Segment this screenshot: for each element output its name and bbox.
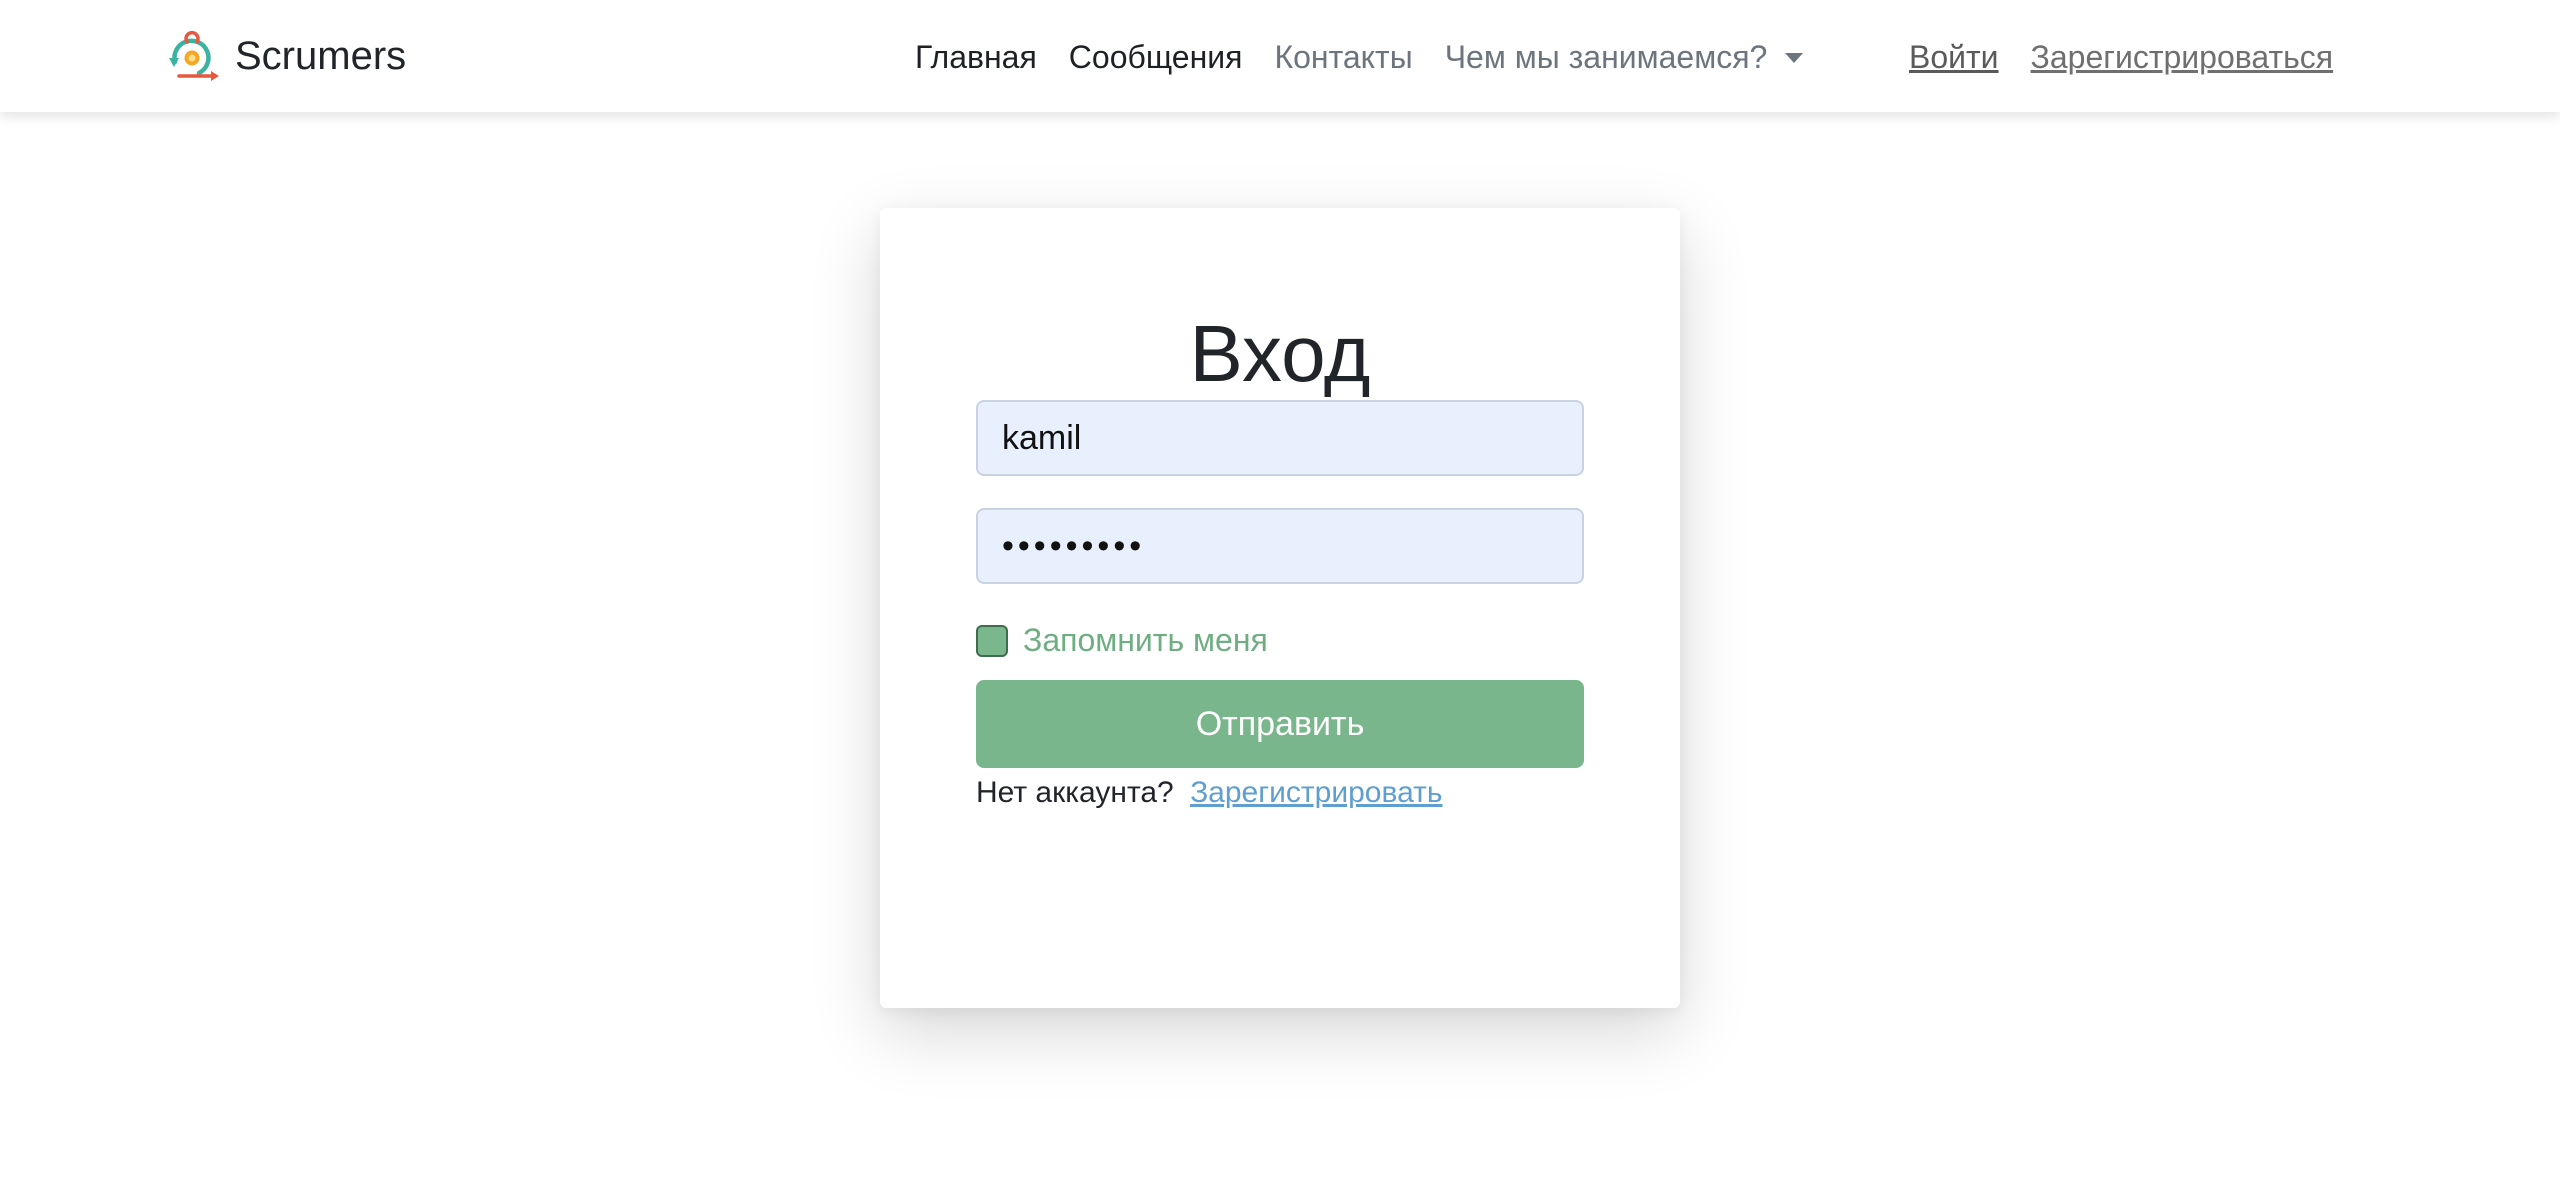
nav-item-what-we-do-label: Чем мы занимаемся? [1444,38,1768,75]
username-input[interactable] [976,400,1584,476]
no-account-text: Нет аккаунта? [976,776,1174,809]
brand-link[interactable]: Scrumers [165,26,406,86]
nav-item-contacts[interactable]: Контакты [1274,39,1412,76]
login-link[interactable]: Войти [1909,39,1999,76]
remember-me-label: Запомнить меня [1023,622,1268,658]
navbar: Scrumers Главная Сообщения Контакты Чем … [0,0,2560,112]
nav-item-what-we-do-dropdown[interactable]: Чем мы занимаемся? [1445,39,1804,76]
nav-item-home[interactable]: Главная [915,39,1037,76]
password-input[interactable] [976,508,1584,584]
submit-button[interactable]: Отправить [976,680,1584,768]
main-nav: Главная Сообщения Контакты Чем мы занима… [915,30,1835,84]
register-account-link[interactable]: Зарегистрировать [1190,776,1442,809]
login-card: Вход Запомнить меня Отправить Нет аккаун… [880,208,1680,1008]
nav-item-messages[interactable]: Сообщения [1069,39,1243,76]
no-account-row: Нет аккаунта? Зарегистрировать [976,776,1442,810]
remember-me-row[interactable]: Запомнить меня [976,622,1268,659]
remember-me-checkbox[interactable] [976,624,1008,657]
brand-name: Scrumers [235,34,407,78]
scrum-cycle-icon [169,31,219,81]
page-title: Вход [1189,308,1371,398]
auth-links: Войти Зарегистрироваться [1909,30,2333,84]
register-link[interactable]: Зарегистрироваться [2031,39,2334,76]
caret-down-icon [1785,53,1804,63]
